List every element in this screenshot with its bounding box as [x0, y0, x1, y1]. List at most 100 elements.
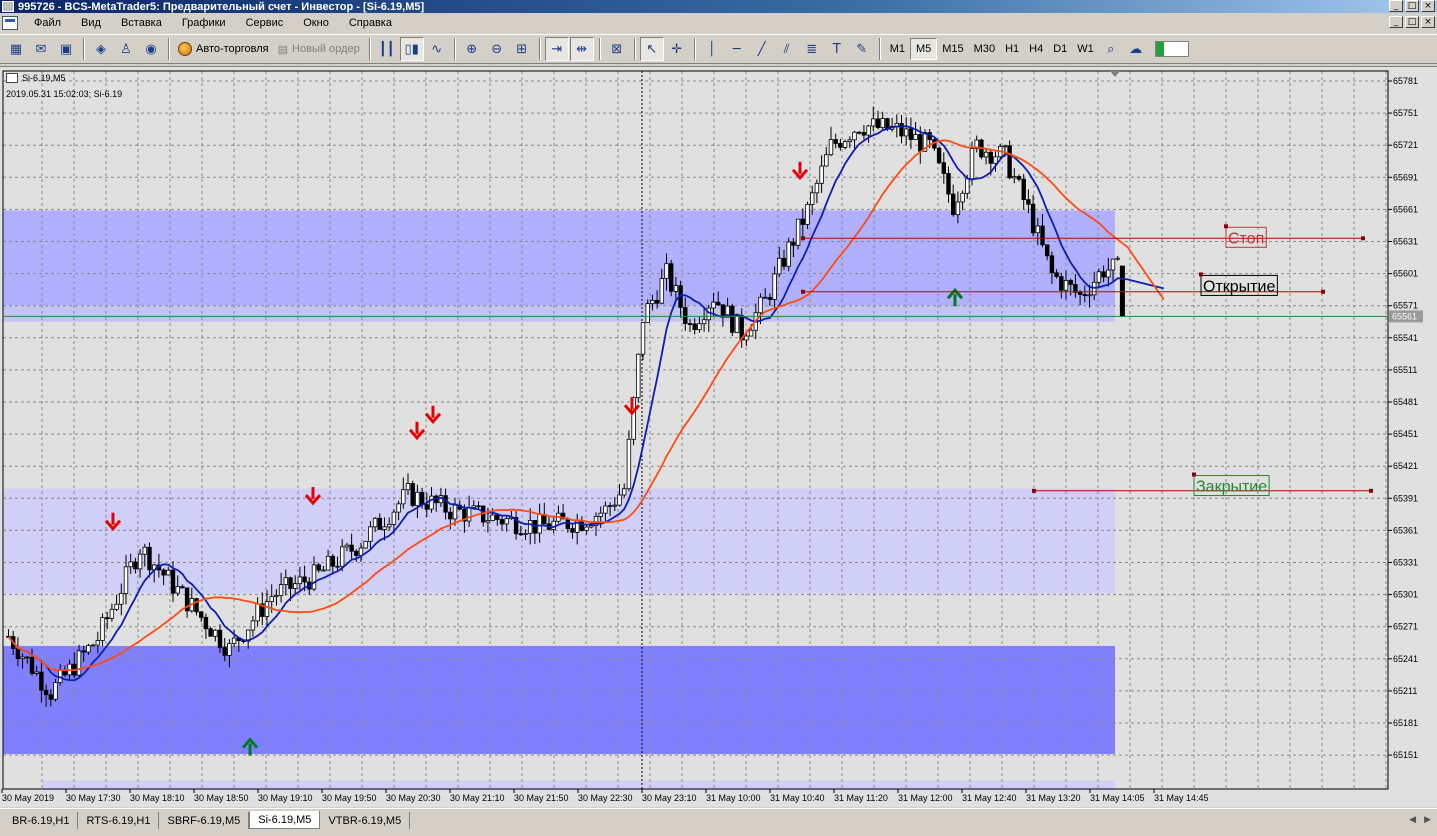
profiles-icon[interactable]: ✉ — [29, 37, 53, 61]
candle-bull — [734, 315, 740, 333]
candle-bear — [1021, 178, 1026, 200]
candle-bear — [48, 694, 53, 700]
chart-document-icon[interactable] — [2, 16, 18, 30]
vertical-line-icon[interactable]: │ — [700, 37, 724, 61]
cursor-icon[interactable]: ↖ — [639, 37, 664, 61]
doc-restore-button[interactable]: □ — [1405, 16, 1419, 28]
fibonacci-icon[interactable]: ≣ — [800, 37, 824, 61]
title-bar[interactable]: 995726 - BCS-MetaTrader5: Предварительны… — [0, 0, 1437, 13]
candle-bear — [105, 617, 110, 620]
candle-bull — [250, 620, 256, 631]
candle-bear — [39, 671, 44, 691]
candle-bull — [415, 491, 420, 506]
menu-insert[interactable]: Вставка — [111, 17, 172, 29]
doc-minimize-button[interactable]: _ — [1389, 16, 1403, 28]
tab-rts[interactable]: RTS-6.19,H1 — [78, 812, 160, 829]
menu-view[interactable]: Вид — [71, 17, 111, 29]
tab-vtbr[interactable]: VTBR-6.19,M5 — [320, 812, 411, 829]
candle-bear — [838, 143, 843, 148]
candle-bear — [1077, 291, 1083, 295]
candle-bull — [396, 503, 401, 513]
candle-bull — [325, 555, 331, 571]
timeframe-m5[interactable]: M5 — [909, 38, 938, 60]
candle-bear — [683, 307, 688, 324]
timeframe-d1[interactable]: D1 — [1048, 38, 1072, 60]
text-icon[interactable]: T — [825, 37, 849, 61]
candlestick-icon[interactable]: ▯▮ — [399, 37, 424, 61]
search-icon[interactable]: ⌕ — [1099, 37, 1123, 61]
open-label-handle — [1199, 272, 1203, 277]
candle-bull — [880, 118, 885, 128]
chart-tabs: BR-6.19,H1 RTS-6.19,H1 SBRF-6.19,M5 Si-6… — [4, 811, 411, 830]
autotrade-button[interactable]: Авто-торговля — [174, 37, 273, 61]
line-chart-icon[interactable]: ∿ — [425, 37, 449, 61]
candle-bull — [363, 540, 368, 549]
candle-bull — [598, 512, 603, 517]
candle-bull — [1087, 294, 1092, 297]
tab-sbrf[interactable]: SBRF-6.19,M5 — [159, 812, 250, 829]
zoom-in-icon[interactable]: ⊕ — [460, 37, 484, 61]
tab-br[interactable]: BR-6.19,H1 — [4, 812, 79, 829]
candle-bear — [222, 647, 227, 656]
candle-bull — [847, 139, 852, 143]
menu-tools[interactable]: Сервис — [236, 17, 294, 29]
equidistant-channel-icon[interactable]: ⫽ — [775, 37, 799, 61]
timeframe-w1[interactable]: W1 — [1072, 38, 1099, 60]
shapes-icon[interactable]: ✎ — [850, 37, 874, 61]
zoom-out-icon[interactable]: ⊖ — [485, 37, 509, 61]
candle-bull — [429, 495, 434, 510]
navigator-icon[interactable]: ♙ — [114, 37, 138, 61]
x-tick-label: 31 May 11:20 — [834, 793, 888, 803]
menu-help[interactable]: Справка — [339, 17, 402, 29]
timeframe-m30[interactable]: M30 — [969, 38, 1000, 60]
timeframe-m1[interactable]: M1 — [885, 38, 910, 60]
auto-scroll-icon[interactable]: ⇥ — [544, 37, 569, 61]
bar-chart-icon[interactable]: ┃┃ — [375, 37, 399, 61]
doc-close-button[interactable]: × — [1421, 16, 1435, 28]
candle-bull — [603, 505, 608, 514]
close-button[interactable]: × — [1421, 0, 1435, 12]
candle-last — [1119, 265, 1125, 317]
chart-shift-icon[interactable]: ⇹ — [569, 37, 594, 61]
tile-windows-icon[interactable]: ⊞ — [510, 37, 534, 61]
candle-bear — [1101, 271, 1106, 278]
scroll-right-icon[interactable]: ▶ — [1424, 815, 1431, 825]
minimize-button[interactable]: _ — [1389, 0, 1403, 12]
open-line-anchor — [1321, 289, 1325, 294]
timeframe-h4[interactable]: H4 — [1024, 38, 1048, 60]
chat-icon[interactable]: ☁ — [1124, 37, 1148, 61]
price-chart[interactable]: 65781 65751 65721 65691 65661 65631 65601 65571… — [0, 67, 1437, 807]
new-order-button[interactable]: ▤ Новый ордер — [274, 37, 364, 61]
timeframe-h1[interactable]: H1 — [1000, 38, 1024, 60]
horizontal-line-icon[interactable]: ─ — [725, 37, 749, 61]
data-folder-icon[interactable]: ▣ — [54, 37, 78, 61]
y-tick-label: 65601 — [1393, 269, 1418, 279]
scroll-left-icon[interactable]: ◀ — [1409, 815, 1416, 825]
new-chart-icon[interactable]: ▦ — [4, 37, 28, 61]
y-tick-label: 65511 — [1393, 365, 1417, 375]
maximize-button[interactable]: □ — [1405, 0, 1419, 12]
menu-bar: Файл Вид Вставка Графики Сервис Окно Спр… — [0, 14, 1437, 32]
menu-file[interactable]: Файл — [24, 17, 71, 29]
menu-charts[interactable]: Графики — [172, 17, 236, 29]
tab-si[interactable]: Si-6.19,M5 — [249, 811, 321, 829]
x-tick-label: 30 May 21:10 — [450, 793, 505, 803]
candle-bull — [213, 629, 218, 637]
indicators-icon[interactable]: ⊠ — [605, 37, 629, 61]
x-tick-label: 31 May 12:40 — [962, 793, 1017, 803]
candle-bear — [833, 139, 838, 144]
timeframe-m15[interactable]: M15 — [937, 38, 968, 60]
crosshair-icon[interactable]: ✛ — [665, 37, 689, 61]
chart-window[interactable]: 65781 65751 65721 65691 65661 65631 65601 65571… — [0, 66, 1437, 807]
market-watch-icon[interactable]: ◈ — [89, 37, 113, 61]
trend-line-icon[interactable]: ╱ — [750, 37, 774, 61]
candle-bear — [791, 241, 796, 246]
candle-bull — [231, 637, 237, 644]
candle-bull — [339, 546, 345, 567]
candle-bear — [716, 301, 721, 306]
signals-icon[interactable]: ◉ — [139, 37, 163, 61]
menu-window[interactable]: Окно — [293, 17, 339, 29]
candle-bear — [669, 263, 674, 292]
candle-bear — [1059, 276, 1064, 291]
candle-bull — [795, 218, 801, 246]
